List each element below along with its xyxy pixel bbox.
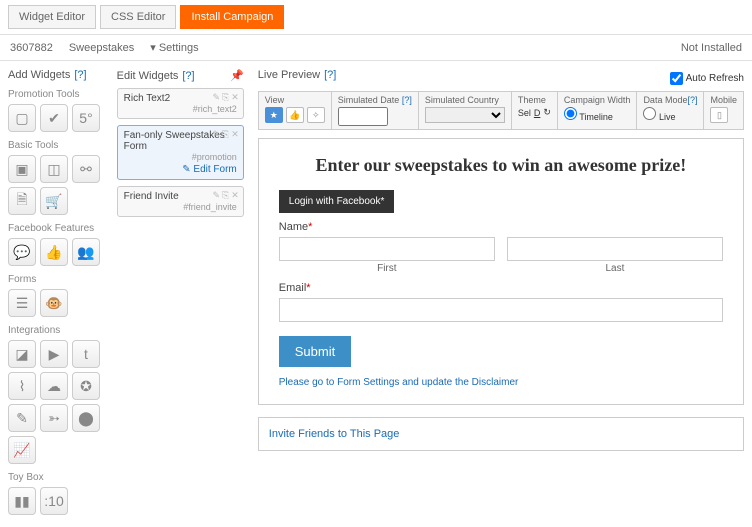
share-icon[interactable]: 👥 [72, 238, 100, 266]
campaign-id: 3607882 [10, 42, 53, 54]
add-widgets-title: Add Widgets [8, 69, 70, 81]
cat-integrations: Integrations [8, 325, 103, 336]
settings-link[interactable]: ▾ Settings [150, 41, 198, 54]
cat-facebook: Facebook Features [8, 223, 103, 234]
first-sublabel: First [279, 263, 495, 274]
map-pin-icon[interactable]: ⬤ [72, 404, 100, 432]
tab-widget-editor[interactable]: Widget Editor [8, 5, 96, 29]
tab-install-campaign[interactable]: Install Campaign [180, 5, 284, 29]
timeline-radio[interactable]: Timeline [564, 107, 613, 122]
cat-forms: Forms [8, 274, 103, 285]
widget-action-icon[interactable]: ✕ [231, 92, 239, 103]
preview-toolbar: View ★ 👍 ✧ Simulated Date [?] Simulated … [258, 91, 744, 130]
width-label: Campaign Width [564, 95, 631, 105]
mobile-icon[interactable]: ▯ [710, 107, 728, 123]
preview-canvas: Enter our sweepstakes to win an awesome … [258, 138, 744, 405]
form-icon[interactable]: ☰ [8, 289, 36, 317]
data-mode-label: Data Mode [643, 95, 687, 105]
auto-refresh-checkbox[interactable] [670, 72, 683, 85]
widget-friend-invite[interactable]: ✎⎘✕ Friend Invite #friend_invite [117, 186, 244, 217]
bars-icon[interactable]: ▮▮ [8, 487, 36, 515]
integration3-icon[interactable]: ➳ [40, 404, 68, 432]
image-icon[interactable]: ▣ [8, 155, 36, 183]
integration2-icon[interactable]: ✎ [8, 404, 36, 432]
widget-action-icon[interactable]: ✎ [212, 92, 220, 103]
rss-icon[interactable]: ⌇ [8, 372, 36, 400]
add-widgets-help[interactable]: [?] [74, 69, 86, 81]
view-label: View [265, 95, 325, 105]
widget-action-icon[interactable]: ✎ [212, 190, 220, 201]
install-status: Not Installed [681, 42, 742, 54]
mailchimp-icon[interactable]: 🐵 [40, 289, 68, 317]
theme-sel[interactable]: Sel [518, 108, 531, 118]
cart-icon[interactable]: 🛒 [40, 187, 68, 215]
five-icon[interactable]: 5° [72, 104, 100, 132]
widget-action-icon[interactable]: ⎘ [222, 190, 229, 201]
widget-rich-text[interactable]: ✎⎘✕ Rich Text2 #rich_text2 [117, 88, 244, 119]
email-label: Email* [279, 282, 723, 294]
live-radio[interactable]: Live [643, 107, 675, 122]
pin-icon[interactable]: 📌 [230, 69, 244, 82]
cat-promotion: Promotion Tools [8, 89, 103, 100]
view-other-icon[interactable]: ✧ [307, 107, 325, 123]
mobile-label: Mobile [710, 95, 737, 105]
tab-css-editor[interactable]: CSS Editor [100, 5, 176, 29]
link-icon[interactable]: ⚯ [72, 155, 100, 183]
instagram-icon[interactable]: ◪ [8, 340, 36, 368]
cat-toybox: Toy Box [8, 472, 103, 483]
widget-sweepstakes-form[interactable]: ✎⎘✕ Fan-only Sweepstakes Form #promotion… [117, 125, 244, 180]
view-fan-icon[interactable]: ★ [265, 107, 283, 123]
last-name-input[interactable] [507, 237, 723, 261]
refresh-icon[interactable]: ↻ [543, 107, 551, 118]
live-preview-title: Live Preview [258, 69, 320, 81]
auto-refresh-toggle[interactable]: Auto Refresh [670, 72, 744, 85]
cat-basic: Basic Tools [8, 140, 103, 151]
theme-label: Theme [518, 95, 551, 105]
name-label: Name* [279, 221, 723, 233]
play-icon[interactable]: ▶ [40, 340, 68, 368]
counter-icon[interactable]: :10 [40, 487, 68, 515]
edit-widgets-help[interactable]: [?] [182, 70, 194, 82]
sim-country-label: Simulated Country [425, 95, 505, 105]
check-icon[interactable]: ✔ [40, 104, 68, 132]
data-mode-help[interactable]: [?] [687, 95, 697, 105]
sim-date-label: Simulated Date [338, 95, 400, 105]
chart-icon[interactable]: 📈 [8, 436, 36, 464]
twitter-icon[interactable]: t [72, 340, 100, 368]
first-name-input[interactable] [279, 237, 495, 261]
sweepstakes-heading: Enter our sweepstakes to win an awesome … [279, 155, 723, 176]
sim-date-input[interactable] [338, 107, 388, 126]
comment-icon[interactable]: 💬 [8, 238, 36, 266]
campaign-type: Sweepstakes [69, 42, 134, 54]
invite-friends-link[interactable]: Invite Friends to This Page [258, 417, 744, 451]
edit-widgets-title: Edit Widgets [117, 70, 179, 82]
disclaimer-link[interactable]: Please go to Form Settings and update th… [279, 377, 723, 388]
promo-tool-icon[interactable]: ▢ [8, 104, 36, 132]
widget-action-icon[interactable]: ✎ [212, 129, 220, 140]
sim-date-help[interactable]: [?] [402, 95, 412, 105]
soundcloud-icon[interactable]: ☁ [40, 372, 68, 400]
login-facebook-button[interactable]: Login with Facebook* [279, 190, 395, 213]
doc-icon[interactable]: 🗎 [8, 187, 36, 215]
widget-action-icon[interactable]: ⎘ [222, 92, 229, 103]
like-icon[interactable]: 👍 [40, 238, 68, 266]
widget-action-icon[interactable]: ⎘ [222, 129, 229, 140]
sim-country-select[interactable] [425, 107, 505, 123]
grid-icon[interactable]: ◫ [40, 155, 68, 183]
widget-action-icon[interactable]: ✕ [231, 129, 239, 140]
view-like-icon[interactable]: 👍 [286, 107, 304, 123]
widget-action-icon[interactable]: ✕ [231, 190, 239, 201]
email-input[interactable] [279, 298, 723, 322]
integration-icon[interactable]: ✪ [72, 372, 100, 400]
submit-button[interactable]: Submit [279, 336, 351, 367]
live-preview-help[interactable]: [?] [324, 69, 336, 81]
edit-form-link[interactable]: ✎ Edit Form [124, 164, 237, 175]
last-sublabel: Last [507, 263, 723, 274]
